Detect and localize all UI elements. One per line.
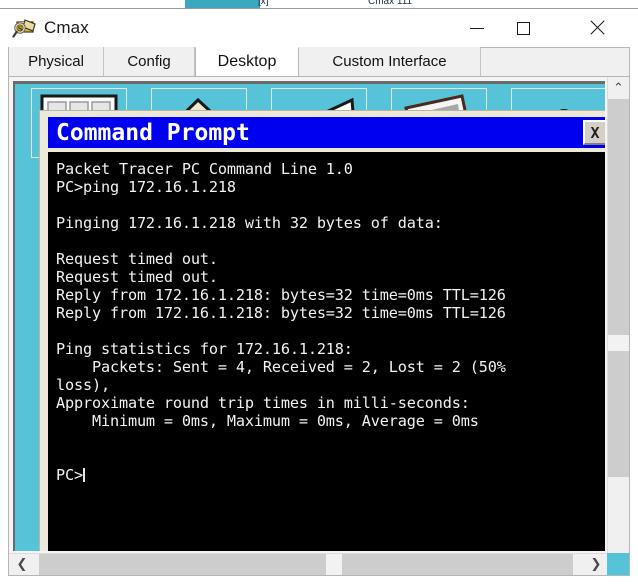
vertical-scrollbar[interactable]: ⌃ ⌄	[607, 77, 629, 575]
close-button[interactable]	[574, 9, 620, 47]
desktop-pane: Command Prompt X Packet Tracer PC Comman…	[13, 81, 605, 551]
terminal-line: loss),	[56, 376, 110, 394]
terminal-cursor	[82, 468, 85, 482]
window-titlebar: S Cmax	[0, 9, 638, 47]
terminal-line: PC>ping 172.16.1.218	[56, 178, 236, 196]
horizontal-scrollbar[interactable]: ❮ ❯	[9, 553, 629, 575]
chevron-left-icon: ❮	[16, 557, 28, 572]
terminal-line: Ping statistics for 172.16.1.218:	[56, 340, 353, 358]
horizontal-scrollbar-notch	[326, 554, 342, 575]
terminal-line: Reply from 172.16.1.218: bytes=32 time=0…	[56, 286, 506, 304]
maximize-icon	[516, 21, 530, 35]
tab-config[interactable]: Config	[104, 47, 195, 76]
command-prompt-close-button[interactable]: X	[583, 120, 605, 145]
window-right-margin	[630, 76, 638, 576]
terminal-prompt: PC>	[56, 466, 83, 484]
tab-desktop[interactable]: Desktop	[195, 47, 299, 76]
svg-text:S: S	[18, 26, 22, 33]
scroll-up-button[interactable]: ⌃	[608, 77, 629, 99]
window-left-margin	[0, 76, 8, 576]
minimize-icon	[470, 27, 484, 29]
close-icon	[589, 20, 605, 36]
background-label-1: [x]	[258, 0, 269, 7]
window-bottom-margin	[0, 578, 638, 584]
tab-physical[interactable]: Physical	[9, 47, 104, 76]
cmax-device-window: [x] Cmax 111 S Cmax Physical Config Desk…	[0, 0, 638, 584]
terminal-line: Minimum = 0ms, Maximum = 0ms, Average = …	[56, 412, 479, 430]
window-title: Cmax	[44, 18, 89, 37]
terminal-line: Pinging 172.16.1.218 with 32 bytes of da…	[56, 214, 443, 232]
terminal-line: Packets: Sent = 4, Received = 2, Lost = …	[56, 358, 506, 376]
command-prompt-terminal[interactable]: Packet Tracer PC Command Line 1.0 PC>pin…	[48, 152, 605, 551]
terminal-line: Request timed out.	[56, 268, 218, 286]
scroll-right-button[interactable]: ❯	[583, 554, 609, 575]
terminal-prompt-line: PC>	[56, 466, 605, 484]
maximize-button[interactable]	[500, 9, 546, 47]
desktop-content-area: Command Prompt X Packet Tracer PC Comman…	[8, 76, 630, 576]
command-prompt-title: Command Prompt	[56, 120, 250, 146]
minimize-button[interactable]	[454, 9, 500, 47]
tab-custom-interface[interactable]: Custom Interface	[299, 47, 481, 76]
background-label-2: Cmax 111	[368, 0, 413, 7]
horizontal-scrollbar-thumb[interactable]	[39, 554, 573, 575]
scroll-left-button[interactable]: ❮	[9, 554, 35, 575]
terminal-line: Reply from 172.16.1.218: bytes=32 time=0…	[56, 304, 506, 322]
terminal-line: Packet Tracer PC Command Line 1.0	[56, 160, 353, 178]
vertical-scrollbar-thumb[interactable]	[608, 99, 629, 477]
vertical-scrollbar-notch	[608, 335, 629, 351]
tab-bar: Physical Config Desktop Custom Interface	[0, 47, 638, 77]
chevron-right-icon: ❯	[590, 557, 602, 572]
command-prompt-window: Command Prompt X Packet Tracer PC Comman…	[39, 110, 605, 551]
chevron-up-icon: ⌃	[613, 80, 624, 96]
scrollbar-corner	[607, 553, 629, 575]
mail-search-icon: S	[12, 17, 38, 41]
terminal-line: Request timed out.	[56, 250, 218, 268]
terminal-line: Approximate round trip times in milli-se…	[56, 394, 470, 412]
command-prompt-titlebar[interactable]: Command Prompt X	[48, 117, 605, 148]
